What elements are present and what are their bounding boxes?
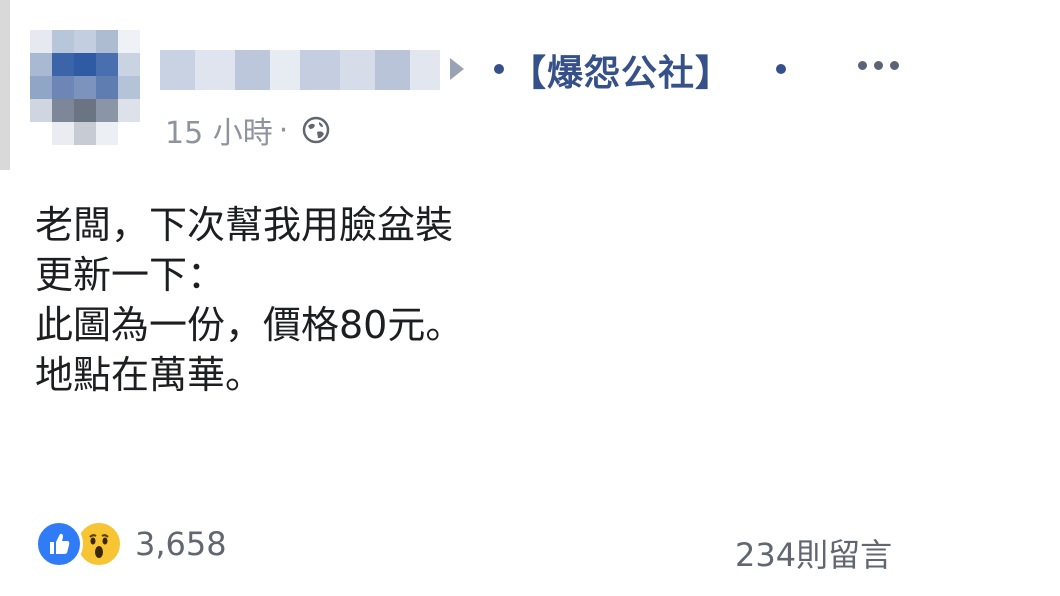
meta-separator: ·	[278, 112, 289, 148]
post-line: 更新一下：	[35, 253, 226, 297]
post-line: 地點在萬華。	[35, 353, 264, 397]
blurred-author-name[interactable]	[160, 50, 440, 90]
bullet-dot-icon	[776, 64, 786, 74]
reaction-count[interactable]: 3,658	[135, 525, 227, 563]
post-meta: 15 小時 ·	[165, 108, 330, 152]
post-line: 此圖為一份，價格80元。	[35, 303, 464, 347]
post-line: 老闆，下次幫我用臉盆裝	[35, 203, 454, 247]
reactions-summary[interactable]: 3,658	[35, 520, 227, 568]
post-body: 老闆，下次幫我用臉盆裝 更新一下： 此圖為一份，價格80元。 地點在萬華。	[35, 200, 463, 400]
bullet-dot-icon	[494, 64, 504, 74]
more-options-icon[interactable]	[858, 50, 908, 80]
like-icon[interactable]	[35, 520, 83, 568]
left-border	[0, 0, 10, 170]
timestamp-link[interactable]: 15 小時	[165, 108, 273, 152]
group-name-link[interactable]: 【爆怨公社】	[510, 44, 732, 96]
comment-count-link[interactable]: 234則留言	[735, 530, 892, 576]
arrow-right-icon	[450, 58, 464, 80]
avatar[interactable]	[30, 30, 140, 145]
facebook-post: 【爆怨公社】 15 小時 · 老闆，下次幫我用臉盆裝 更新一下： 此圖為一份，價…	[0, 0, 1060, 596]
globe-icon[interactable]	[302, 116, 330, 144]
